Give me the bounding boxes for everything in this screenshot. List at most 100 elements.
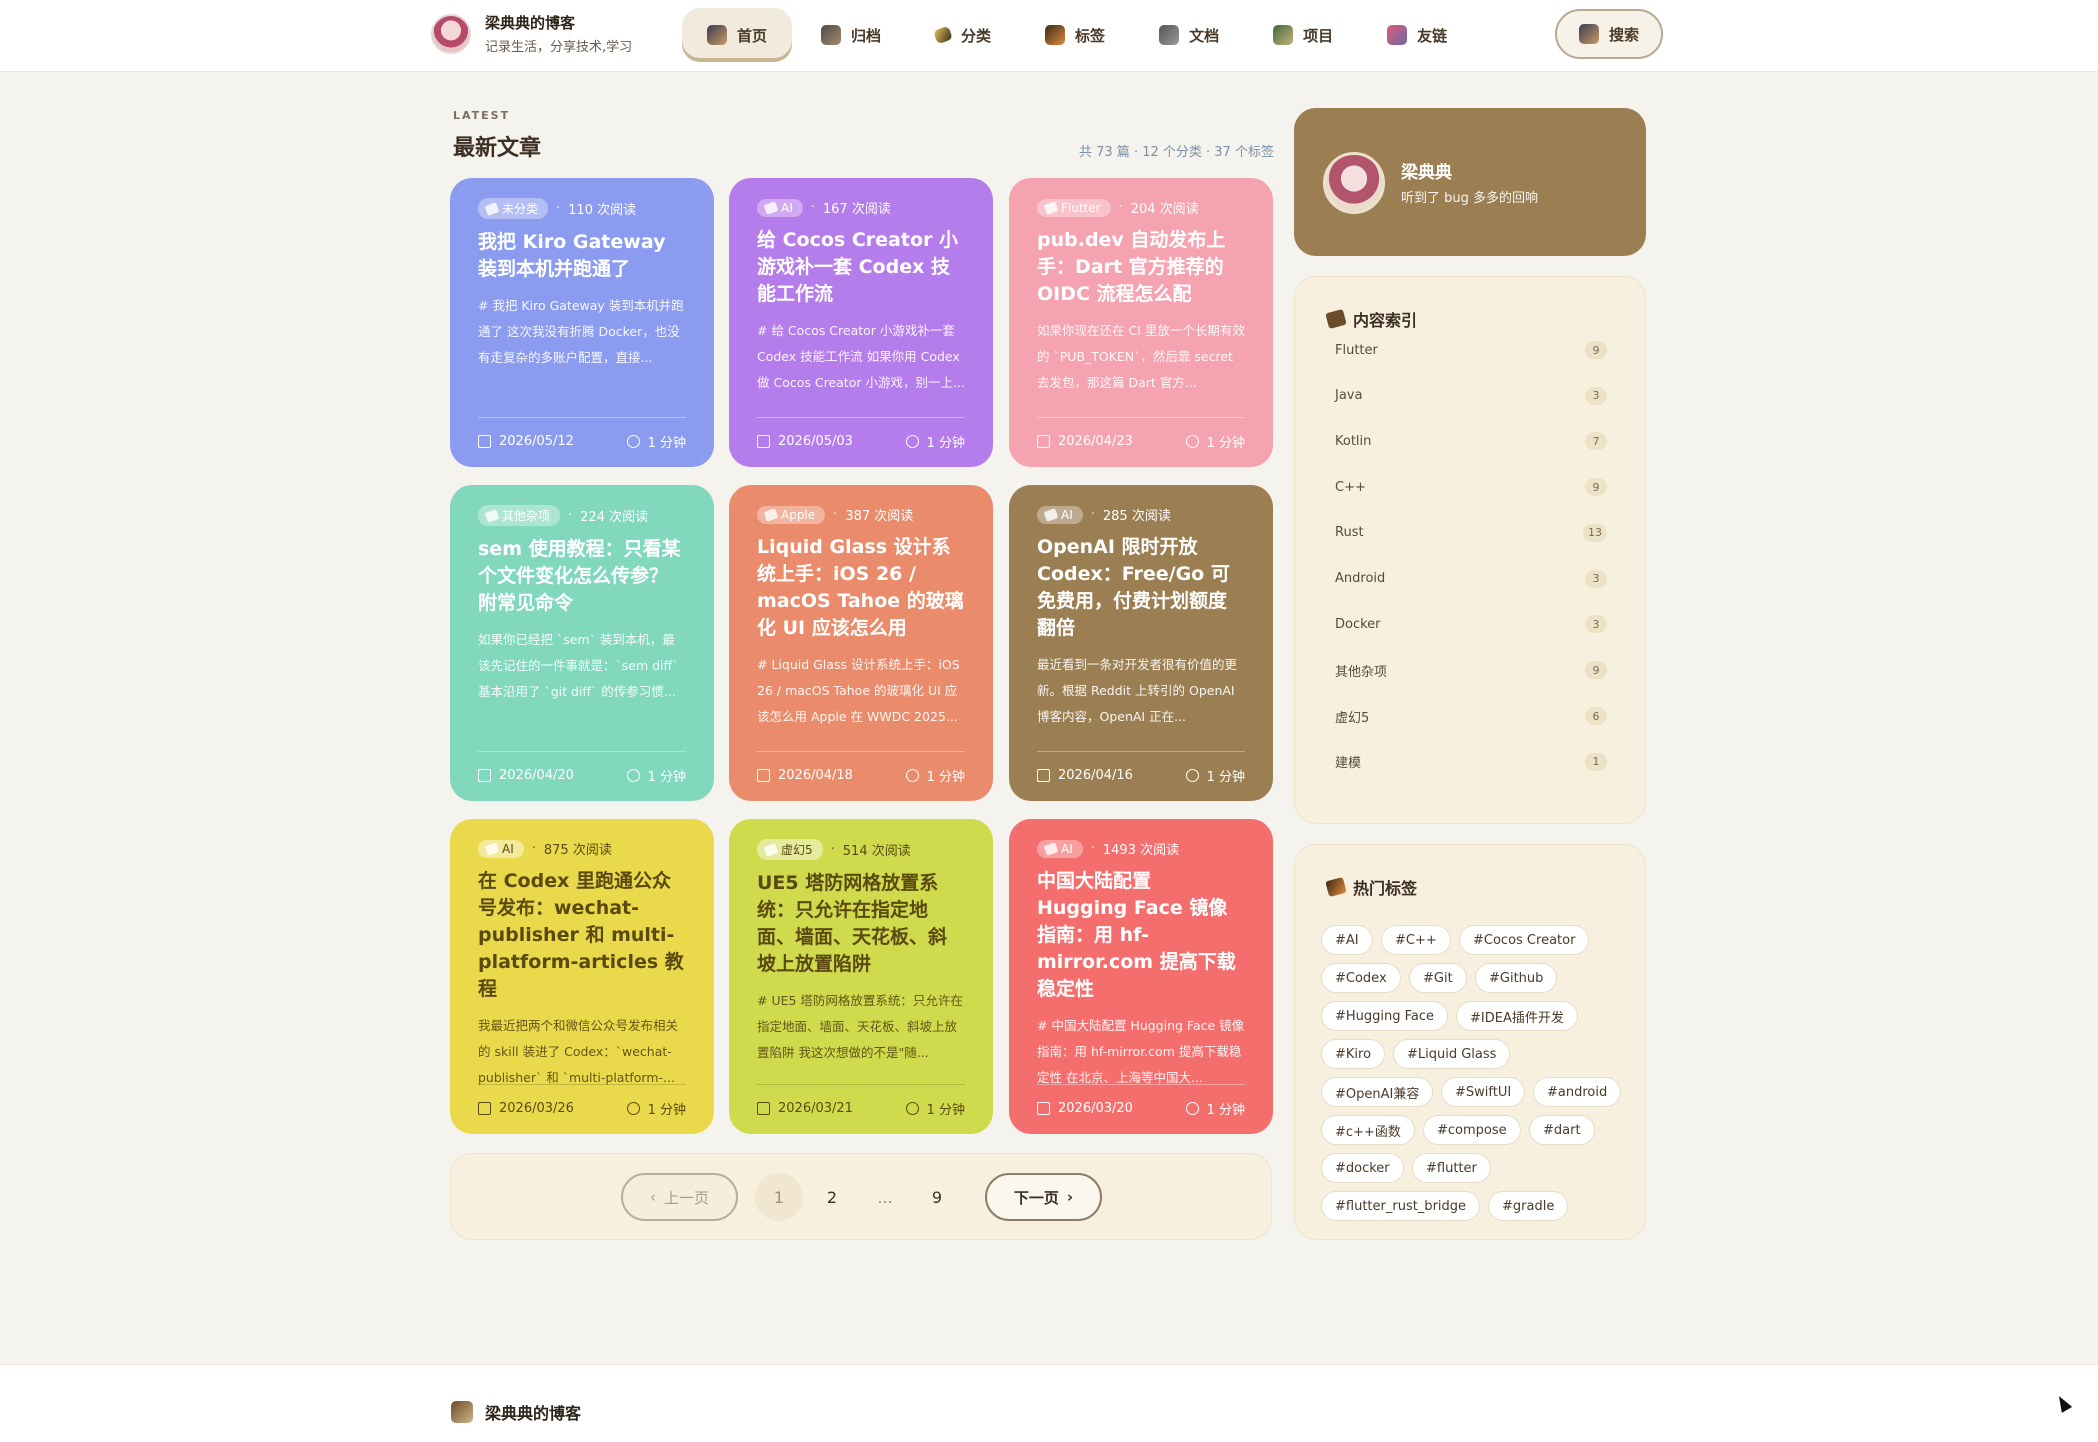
category-icon [484, 841, 500, 856]
nav-docs[interactable]: 文档 [1134, 8, 1244, 62]
post-date: 2026/03/21 [778, 1101, 853, 1116]
post-card[interactable]: Flutter · 204 次阅读 pub.dev 自动发布上手：Dart 官方推荐的… [1009, 178, 1273, 467]
post-excerpt: 如果你已经把 `sem` 装到本机，最该先记住的一件事就是：`sem diff`… [478, 632, 679, 699]
calendar-icon [1037, 1102, 1050, 1115]
post-category: 未分类 [502, 202, 539, 216]
index-item-label: Java [1335, 388, 1363, 404]
post-title[interactable]: 在 Codex 里跑通公众号发布：wechat-publisher 和 mult… [478, 868, 686, 1003]
post-title[interactable]: sem 使用教程：只看某个文件变化怎么传参？附常见命令 [478, 536, 686, 617]
index-item[interactable]: Java 3 [1335, 386, 1607, 405]
tag-pill[interactable]: #Kiro [1321, 1039, 1386, 1069]
post-title[interactable]: OpenAI 限时开放 Codex：Free/Go 可免费用，付费计划额度翻倍 [1037, 534, 1245, 642]
post-card[interactable]: 虚幻5 · 514 次阅读 UE5 塔防网格放置系统：只允许在指定地面、墙面、天花板、… [729, 819, 993, 1134]
post-category-chip[interactable]: AI [1037, 505, 1083, 524]
post-read-time: 1 分钟 [1206, 770, 1245, 785]
index-item[interactable]: Flutter 9 [1335, 341, 1607, 359]
post-title[interactable]: pub.dev 自动发布上手：Dart 官方推荐的 OIDC 流程怎么配 [1037, 227, 1245, 308]
project-icon [1273, 25, 1294, 45]
hot-tags-panel: 热门标签 #AI #C++ #Cocos Creator #Codex #Git #Git… [1294, 844, 1646, 1240]
tag-pill[interactable]: #android [1533, 1077, 1622, 1107]
index-item[interactable]: C++ 9 [1335, 478, 1607, 497]
post-category-chip[interactable]: AI [757, 198, 803, 217]
index-item[interactable]: 其他杂项 9 [1335, 661, 1607, 680]
post-footer: 2026/04/20 1 分钟 [478, 751, 686, 785]
post-category-chip[interactable]: 虚幻5 [757, 839, 823, 860]
index-item[interactable]: Android 3 [1335, 569, 1607, 588]
tag-pill[interactable]: #dart [1529, 1115, 1595, 1145]
tag-pill[interactable]: #OpenAI兼容 [1321, 1077, 1434, 1107]
links-icon [1387, 25, 1408, 45]
footer-brand-text: 梁典典的博客 [485, 1404, 582, 1423]
post-card[interactable]: 其他杂项 · 224 次阅读 sem 使用教程：只看某个文件变化怎么传参？附常见命令如… [450, 485, 714, 801]
index-item[interactable]: 虚幻5 6 [1335, 707, 1607, 726]
post-excerpt: 最近看到一条对开发者很有价值的更新。根据 Reddit 上转引的 OpenAI … [1037, 657, 1238, 724]
index-item[interactable]: Docker 3 [1335, 615, 1607, 634]
section-title: 最新文章 [453, 136, 542, 161]
meta-separator: · [568, 508, 573, 523]
next-page-button[interactable]: 下一页 › [985, 1173, 1102, 1221]
nav-home[interactable]: 首页 [682, 8, 793, 62]
post-category-chip[interactable]: Apple [757, 505, 826, 524]
tag-pill[interactable]: #flutter [1412, 1153, 1491, 1183]
post-title[interactable]: 中国大陆配置 Hugging Face 镜像指南：用 hf-mirror.com… [1037, 868, 1245, 1003]
post-card[interactable]: 未分类 · 110 次阅读 我把 Kiro Gateway 装到本机并跑通了 # 我把 … [450, 178, 714, 467]
tag-pill[interactable]: #Cocos Creator [1459, 925, 1590, 955]
post-title[interactable]: Liquid Glass 设计系统上手：iOS 26 / macOS Tahoe… [757, 534, 965, 642]
index-item[interactable]: Kotlin 7 [1335, 432, 1607, 451]
post-category-chip[interactable]: Flutter [1037, 198, 1111, 217]
index-item[interactable]: Rust 13 [1335, 523, 1607, 542]
nav-links[interactable]: 友链 [1362, 8, 1472, 62]
category-icon [763, 507, 779, 522]
index-item[interactable]: 建模 1 [1335, 752, 1607, 771]
nav-tags[interactable]: 标签 [1020, 8, 1130, 62]
tag-pill[interactable]: #AI [1321, 925, 1373, 955]
post-footer: 2026/04/23 1 分钟 [1037, 417, 1245, 451]
tag-pill[interactable]: #c++函数 [1321, 1115, 1415, 1145]
post-card[interactable]: AI · 875 次阅读在 Codex 里跑通公众号发布：wechat-publis… [450, 819, 714, 1134]
nav-tags-label: 标签 [1075, 26, 1106, 45]
calendar-icon [757, 1102, 770, 1115]
tag-pill[interactable]: #IDEA插件开发 [1456, 1001, 1578, 1031]
post-card[interactable]: AI · 167 次阅读给 Cocos Creator 小游戏补一套 Codex 技… [729, 178, 993, 467]
post-title[interactable]: 我把 Kiro Gateway 装到本机并跑通了 [478, 229, 686, 283]
tag-pill[interactable]: #Git [1409, 963, 1467, 993]
footer-brand[interactable]: 梁典典的博客 [451, 1400, 581, 1424]
site-title: 梁典典的博客 [485, 14, 576, 32]
tag-pill[interactable]: #Hugging Face [1321, 1001, 1449, 1031]
tag-pill[interactable]: #flutter_rust_bridge [1321, 1191, 1481, 1221]
post-title[interactable]: 给 Cocos Creator 小游戏补一套 Codex 技能工作流 [757, 227, 965, 308]
post-card[interactable]: AI · 1493 次阅读 中国大陆配置 Hugging Face 镜像指南：用 hf… [1009, 819, 1273, 1134]
page-number-current[interactable]: 1 [755, 1173, 803, 1221]
nav-archive[interactable]: 归档 [796, 8, 906, 62]
post-card[interactable]: Apple · 387 次阅读 Liquid Glass 设计系统上手：iOS 26 … [729, 485, 993, 801]
post-title[interactable]: UE5 塔防网格放置系统：只允许在指定地面、墙面、天花板、斜坡上放置陷阱 [757, 870, 965, 978]
post-category: 虚幻5 [781, 843, 813, 857]
post-category-chip[interactable]: AI [1037, 839, 1083, 858]
post-category-chip[interactable]: AI [478, 839, 524, 858]
nav-category[interactable]: 分类 [910, 8, 1016, 62]
page-number[interactable]: 2 [808, 1173, 856, 1221]
tag-pill[interactable]: #Codex [1321, 963, 1401, 993]
tag-pill[interactable]: #docker [1321, 1153, 1404, 1183]
pagination: ‹ 上一页 1 2 ... 9 下一页 › [450, 1153, 1272, 1240]
prev-page-button[interactable]: ‹ 上一页 [621, 1173, 738, 1221]
search-button[interactable]: 搜索 [1555, 9, 1663, 59]
site-brand[interactable]: 梁典典的博客 记录生活，分享技术,学习 [431, 12, 632, 55]
page-number[interactable]: 9 [913, 1173, 961, 1221]
nav-projects[interactable]: 项目 [1248, 8, 1358, 62]
content-index-panel: 内容索引 Flutter 9 Java 3 Kotlin 7 C++ 9 Rust 13 Andro… [1294, 276, 1646, 824]
tag-pill[interactable]: #Github [1475, 963, 1558, 993]
post-card[interactable]: AI · 285 次阅读 OpenAI 限时开放 Codex：Free/Go 可免费用… [1009, 485, 1273, 801]
tag-pill[interactable]: #SwiftUI [1441, 1077, 1526, 1107]
docs-icon [1159, 25, 1180, 45]
page-footer: 梁典典的博客 [0, 1364, 2098, 1442]
tag-pill[interactable]: #gradle [1488, 1191, 1569, 1221]
post-category-chip[interactable]: 其他杂项 [478, 505, 561, 526]
tag-pill[interactable]: #Liquid Glass [1393, 1039, 1511, 1069]
post-footer: 2026/04/18 1 分钟 [757, 751, 965, 785]
post-category-chip[interactable]: 未分类 [478, 198, 549, 219]
index-item-count: 1 [1585, 752, 1607, 771]
profile-card[interactable]: 梁典典 听到了 bug 多多的回响 [1294, 108, 1646, 256]
tag-pill[interactable]: #C++ [1381, 925, 1451, 955]
tag-pill[interactable]: #compose [1423, 1115, 1521, 1145]
